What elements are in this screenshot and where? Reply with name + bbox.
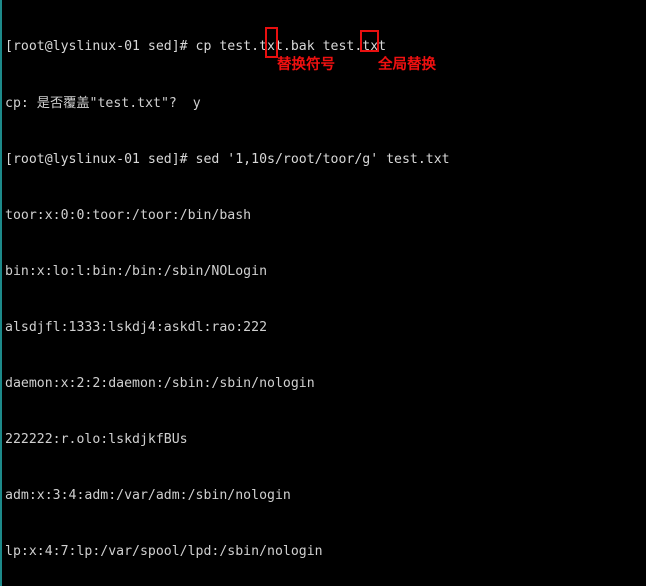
terminal-line: toor:x:0:0:toor:/toor:/bin/bash — [5, 207, 252, 223]
annotation-box-substitute-flag — [265, 27, 278, 58]
terminal-line: daemon:x:2:2:daemon:/sbin:/sbin/nologin — [5, 375, 315, 391]
terminal-line: lp:x:4:7:lp:/var/spool/lpd:/sbin/nologin — [5, 544, 323, 560]
annotation-label-substitute-flag: 替换符号 — [277, 57, 335, 73]
terminal-line: cp: 是否覆盖"test.txt"? y — [5, 95, 201, 111]
annotation-label-global-flag: 全局替换 — [378, 57, 436, 73]
terminal-line: adm:x:3:4:adm:/var/adm:/sbin/nologin — [5, 488, 291, 504]
terminal-line: alsdjfl:1333:lskdj4:askdl:rao:222 — [5, 319, 268, 335]
terminal-line-sed-command: [root@lyslinux-01 sed]# sed '1,10s/root/… — [5, 151, 450, 167]
terminal-left-edge-stripe — [0, 0, 2, 586]
terminal-line: 222222:r.olo:lskdjkfBUs — [5, 432, 188, 448]
terminal-screen[interactable]: [root@lyslinux-01 sed]# cp test.txt.bak … — [5, 1, 646, 586]
terminal-line: [root@lyslinux-01 sed]# cp test.txt.bak … — [5, 39, 387, 55]
terminal-line: bin:x:lo:l:bin:/bin:/sbin/NOLogin — [5, 263, 268, 279]
annotation-box-global-flag — [360, 30, 379, 52]
terminal-window[interactable]: [root@lyslinux-01 sed]# cp test.txt.bak … — [0, 0, 646, 586]
